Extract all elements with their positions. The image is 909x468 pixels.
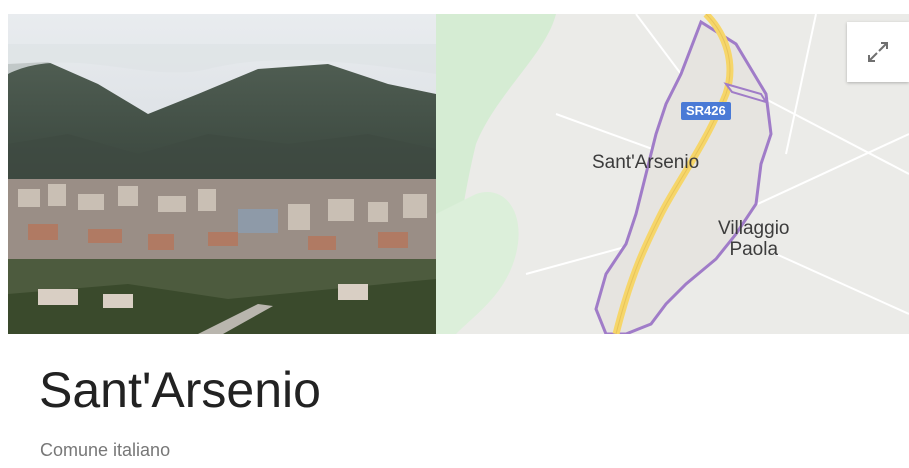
map-canvas [436,14,909,334]
map-label-town: Sant'Arsenio [592,152,700,173]
town-photo[interactable] [8,14,436,334]
map-preview[interactable] [436,14,909,334]
road-shield: SR426 [681,102,731,120]
map-label-village: Villaggio Paola [718,218,789,260]
town-photo-image [8,14,436,334]
map-label-village-line1: Villaggio [718,218,790,239]
entity-subtitle: Comune italiano [40,440,171,460]
knowledge-panel: Sant'Arsenio Villaggio Paola SR426 Sant'… [0,0,909,468]
expand-map-button[interactable] [847,22,909,82]
entity-title: Sant'Arsenio [39,362,321,418]
map-label-village-line2: Paola [729,239,779,260]
expand-icon [868,42,888,62]
